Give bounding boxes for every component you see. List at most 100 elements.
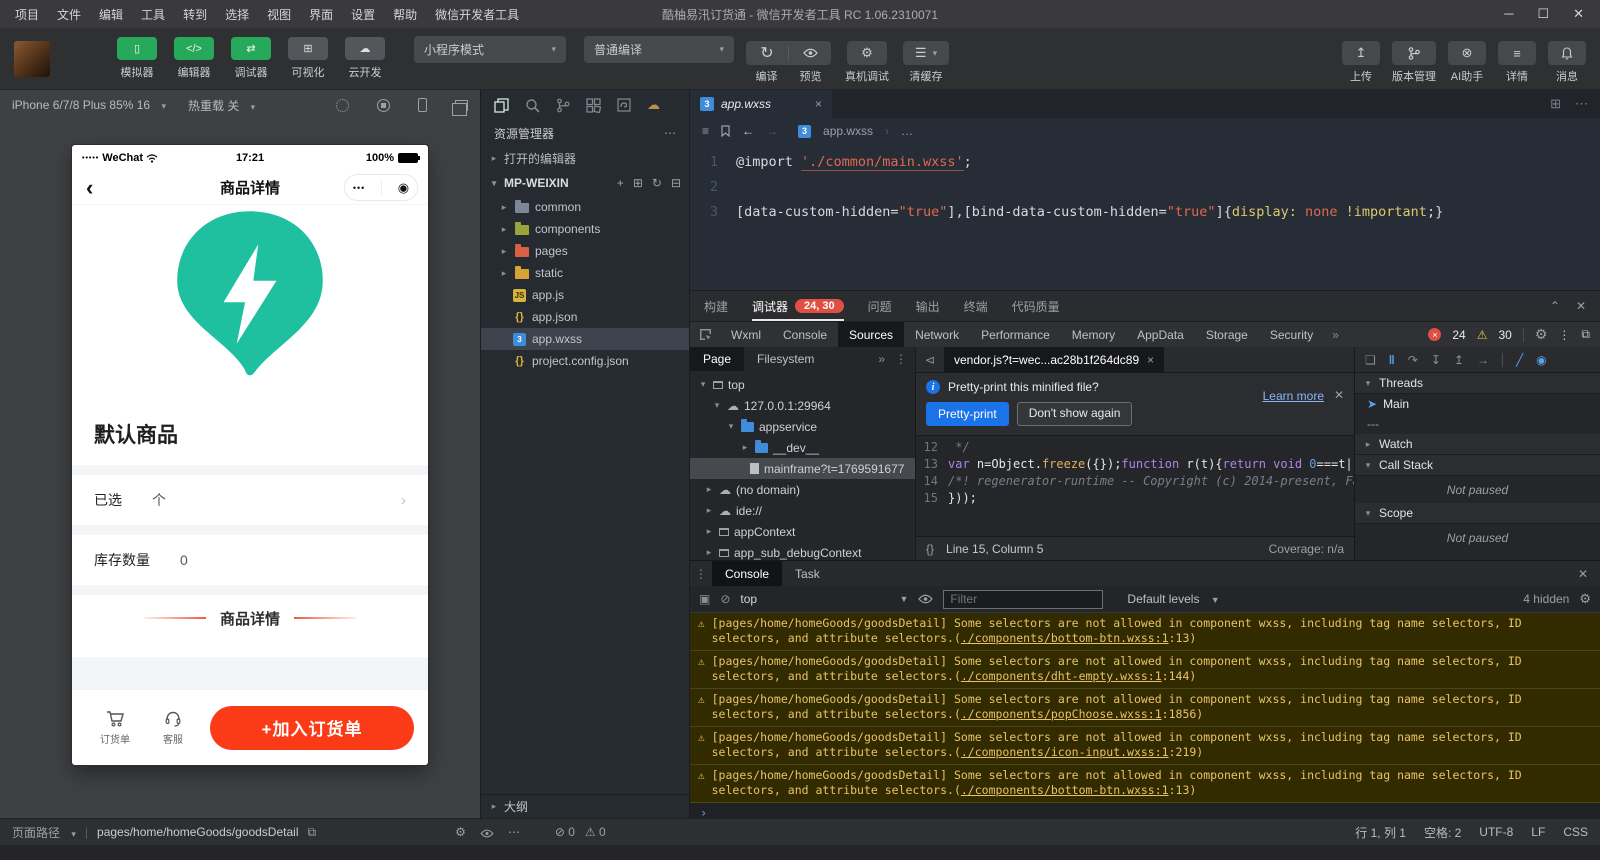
back-chevron-icon[interactable]: ‹ bbox=[86, 176, 93, 199]
tab-vendor-js[interactable]: vendor.js?t=wec...ac28b1f264dc89 × bbox=[944, 347, 1165, 372]
devtools-tab-appdata[interactable]: AppData bbox=[1126, 322, 1195, 347]
customer-service-tab[interactable]: 客服 bbox=[144, 710, 202, 746]
console-prompt[interactable]: › bbox=[690, 803, 1600, 818]
wxss-link[interactable]: ./components/dht-empty.wxss:1 bbox=[961, 669, 1162, 683]
indentation[interactable]: 空格: 2 bbox=[1424, 824, 1461, 841]
tab-filesystem[interactable]: Filesystem bbox=[744, 347, 827, 371]
pause-icon[interactable]: ‖ bbox=[1389, 353, 1395, 367]
tab-terminal[interactable]: 终端 bbox=[964, 291, 988, 321]
clear-cache-button[interactable]: ☰ ▾ 清缓存 bbox=[903, 41, 949, 84]
refresh-icon[interactable]: ↻ bbox=[652, 176, 662, 190]
tree-node-dev[interactable]: ▸ __dev__ bbox=[690, 437, 915, 458]
source-control-icon[interactable] bbox=[556, 98, 570, 113]
console-settings-icon[interactable]: ⚙ bbox=[1579, 591, 1591, 607]
forward-arrow-icon[interactable]: → bbox=[766, 124, 778, 138]
tree-node-debugcontext[interactable]: ▸ app_sub_debugContext bbox=[690, 542, 915, 560]
more-icon[interactable]: ⋯ bbox=[664, 126, 676, 140]
hot-reload-toggle[interactable]: 热重载 关 ▾ bbox=[188, 97, 255, 114]
code-editor[interactable]: 1 @import './common/main.wxss'; 2 3 [data-… bbox=[690, 144, 1600, 290]
braces-icon[interactable]: {} bbox=[926, 542, 934, 556]
compile-mode-select[interactable]: 普通编译 ▾ bbox=[584, 36, 734, 63]
step-out-icon[interactable]: ↥ bbox=[1454, 353, 1464, 367]
selected-row[interactable]: 已选 个 › bbox=[72, 475, 428, 525]
tree-item-pages[interactable]: ▸ pages bbox=[481, 240, 689, 262]
more-tabs-icon[interactable]: » bbox=[878, 352, 885, 366]
cloud-flame-icon[interactable]: ☁ bbox=[647, 97, 660, 113]
close-icon[interactable]: × bbox=[1147, 353, 1154, 367]
page-path-value[interactable]: pages/home/homeGoods/goodsDetail bbox=[97, 825, 298, 839]
wxss-link[interactable]: ./components/popChoose.wxss:1 bbox=[961, 707, 1162, 721]
multi-window-icon[interactable] bbox=[452, 99, 468, 116]
learn-more-link[interactable]: Learn more bbox=[1263, 389, 1324, 403]
order-list-tab[interactable]: 订货单 bbox=[86, 710, 144, 746]
avatar[interactable] bbox=[14, 40, 50, 77]
devtools-tab-storage[interactable]: Storage bbox=[1195, 322, 1259, 347]
cloud-dev-button[interactable]: ☁ 云开发 bbox=[342, 37, 388, 80]
encoding[interactable]: UTF-8 bbox=[1479, 825, 1513, 839]
menu-project[interactable]: 项目 bbox=[6, 6, 48, 23]
collapse-icon[interactable]: ⌃ bbox=[1550, 299, 1560, 313]
upload-button[interactable]: ↥ 上传 bbox=[1342, 41, 1380, 84]
search-icon[interactable] bbox=[525, 98, 540, 113]
callstack-section-header[interactable]: ▾ Call Stack bbox=[1355, 455, 1600, 476]
tree-item-static[interactable]: ▸ static bbox=[481, 262, 689, 284]
visualization-toggle-button[interactable]: ⊞ 可视化 bbox=[285, 37, 331, 80]
threads-section-header[interactable]: ▾ Threads bbox=[1355, 373, 1600, 394]
kebab-menu-icon[interactable]: ⋮ bbox=[690, 561, 712, 586]
menu-edit[interactable]: 编辑 bbox=[90, 6, 132, 23]
loading-circle-icon[interactable] bbox=[336, 98, 349, 112]
context-select[interactable]: top ▼ bbox=[740, 592, 908, 606]
levels-select[interactable]: Default levels ▼ bbox=[1127, 592, 1219, 606]
tree-node-top[interactable]: ▾ top bbox=[690, 374, 915, 395]
cursor-position[interactable]: 行 1, 列 1 bbox=[1355, 824, 1406, 841]
outline-list-icon[interactable]: ≡ bbox=[702, 124, 709, 138]
page-path-label[interactable]: 页面路径 ▾ bbox=[12, 824, 76, 841]
gear-icon[interactable]: ⚙ bbox=[1535, 326, 1548, 343]
version-control-button[interactable]: 版本管理 bbox=[1392, 41, 1436, 84]
minimize-icon[interactable]: ─ bbox=[1504, 6, 1513, 22]
devtools-tab-performance[interactable]: Performance bbox=[970, 322, 1061, 347]
menu-devtools[interactable]: 微信开发者工具 bbox=[426, 6, 528, 23]
tree-node-appcontext[interactable]: ▸ appContext bbox=[690, 521, 915, 542]
menu-view[interactable]: 视图 bbox=[258, 6, 300, 23]
devtools-tab-network[interactable]: Network bbox=[904, 322, 970, 347]
language-mode[interactable]: CSS bbox=[1563, 825, 1588, 839]
extensions-icon[interactable] bbox=[586, 97, 601, 113]
pretty-print-button[interactable]: Pretty-print bbox=[926, 402, 1009, 426]
npm-icon[interactable] bbox=[617, 98, 631, 112]
clear-console-icon[interactable]: ⊘ bbox=[720, 592, 730, 606]
thread-main[interactable]: ➤ Main bbox=[1355, 394, 1600, 414]
tab-debugger[interactable]: 调试器 24, 30 bbox=[752, 291, 844, 321]
tab-app-wxss[interactable]: 3 app.wxss × bbox=[690, 90, 832, 118]
devtools-tab-memory[interactable]: Memory bbox=[1061, 322, 1126, 347]
tree-item-app-wxss[interactable]: 3 app.wxss bbox=[481, 328, 689, 350]
new-file-icon[interactable]: + bbox=[617, 176, 624, 190]
open-editors-section[interactable]: ▸ 打开的编辑器 bbox=[481, 146, 689, 170]
maximize-icon[interactable]: ☐ bbox=[1537, 6, 1549, 22]
wxss-link[interactable]: ./components/bottom-btn.wxss:1 bbox=[961, 631, 1169, 645]
tree-node-mainframe[interactable]: mainframe?t=1769591677 bbox=[690, 458, 915, 479]
menu-file[interactable]: 文件 bbox=[48, 6, 90, 23]
eye-icon[interactable] bbox=[480, 829, 494, 838]
compile-button[interactable]: ↻ bbox=[746, 43, 788, 63]
menu-tools[interactable]: 工具 bbox=[132, 6, 174, 23]
devtools-tab-sources[interactable]: Sources bbox=[838, 322, 905, 347]
scope-section-header[interactable]: ▾ Scope bbox=[1355, 503, 1600, 524]
warning-message[interactable]: ⚠ [pages/home/homeGoods/goodsDetail] Som… bbox=[690, 765, 1600, 803]
close-target-icon[interactable]: ◉ bbox=[398, 181, 409, 194]
tab-code-quality[interactable]: 代码质量 bbox=[1012, 291, 1060, 321]
devtools-tab-wxml[interactable]: Wxml bbox=[720, 322, 772, 347]
tree-node-no-domain[interactable]: ▸ ☁ (no domain) bbox=[690, 479, 915, 500]
kebab-menu-icon[interactable]: ⋮ bbox=[895, 352, 907, 366]
tree-item-common[interactable]: ▸ common bbox=[481, 196, 689, 218]
show-navigator-icon[interactable]: ⊲ bbox=[916, 347, 944, 372]
warning-message[interactable]: ⚠ [pages/home/homeGoods/goodsDetail] Som… bbox=[690, 689, 1600, 727]
outline-section[interactable]: ▸ 大纲 bbox=[481, 794, 689, 818]
tree-node-host[interactable]: ▾ ☁ 127.0.0.1:29964 bbox=[690, 395, 915, 416]
remote-debug-button[interactable]: ⚙ 真机调试 bbox=[845, 41, 889, 84]
close-icon[interactable]: × bbox=[815, 97, 822, 111]
menu-interface[interactable]: 界面 bbox=[300, 6, 342, 23]
ai-assistant-button[interactable]: ⊗ AI助手 bbox=[1448, 41, 1486, 84]
new-folder-icon[interactable]: ⊞ bbox=[633, 176, 643, 190]
more-tabs-icon[interactable]: » bbox=[1324, 322, 1347, 347]
